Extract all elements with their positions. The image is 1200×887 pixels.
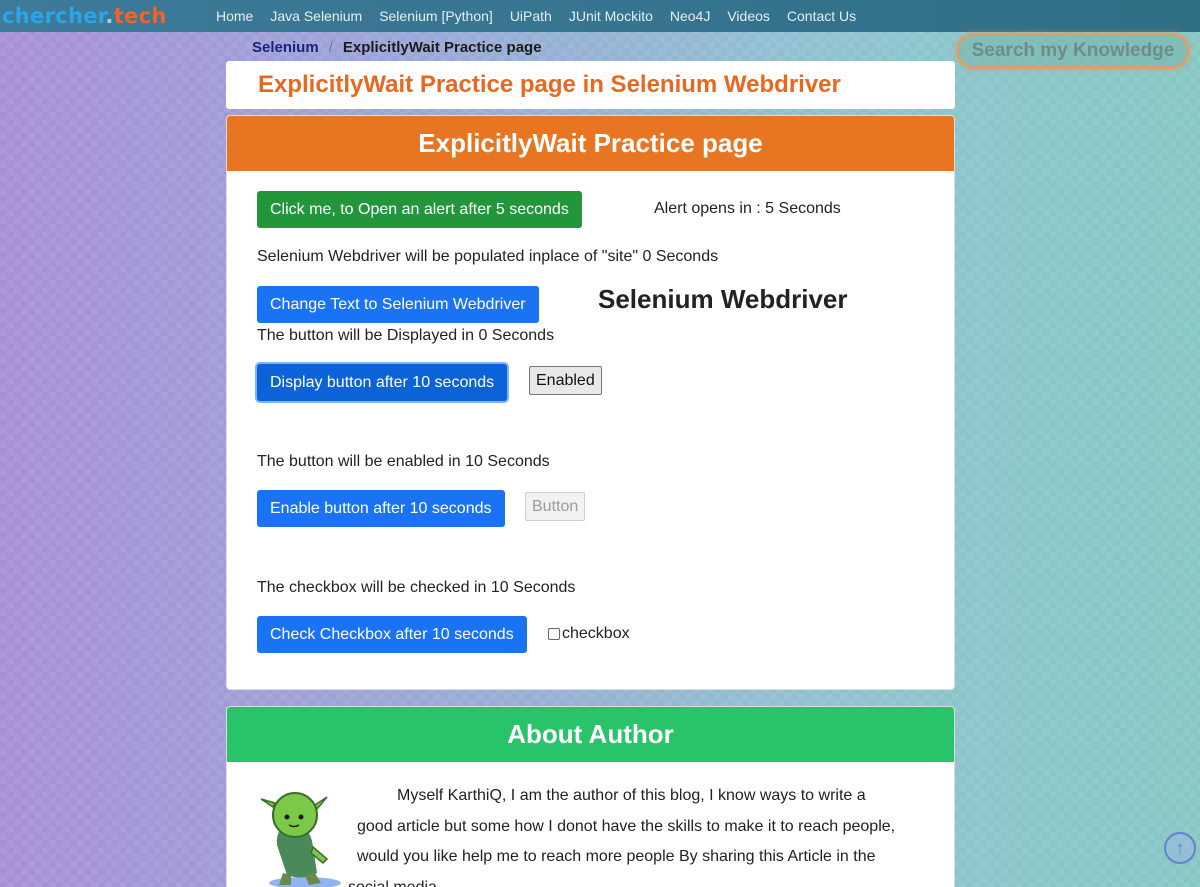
nav-item-contact-us[interactable]: Contact Us — [787, 8, 856, 24]
nav-item-uipath[interactable]: UiPath — [510, 8, 552, 24]
scroll-to-top-button[interactable]: ↑ — [1164, 832, 1196, 864]
author-bio-line: Myself KarthiQ, I am the author of this … — [397, 787, 866, 804]
nav-item-junit-mockito[interactable]: JUnit Mockito — [569, 8, 653, 24]
nav-item-java-selenium[interactable]: Java Selenium — [270, 8, 362, 24]
nav-item-home[interactable]: Home — [216, 8, 253, 24]
breadcrumb-current: ExplicitlyWait Practice page — [342, 39, 542, 56]
logo-text-tech: tech — [113, 4, 167, 28]
populate-text: Selenium Webdriver will be populated inp… — [257, 248, 719, 265]
author-bio: Myself KarthiQ, I am the author of this … — [348, 781, 947, 887]
enabled-button[interactable]: Enabled — [529, 366, 602, 395]
arrow-up-icon: ↑ — [1175, 837, 1185, 858]
enable-button[interactable]: Enable button after 10 seconds — [257, 490, 505, 527]
author-avatar — [260, 792, 341, 887]
breadcrumb-separator: / — [328, 39, 333, 56]
nav-item-neo4j[interactable]: Neo4J — [670, 8, 710, 24]
disabled-button: Button — [525, 492, 586, 521]
page-title: ExplicitlyWait Practice page in Selenium… — [258, 71, 841, 98]
top-navbar: chercher.tech Home Java Selenium Seleniu… — [0, 0, 1200, 32]
checkbox-input[interactable] — [548, 628, 560, 640]
practice-card-header: ExplicitlyWait Practice page — [227, 116, 954, 171]
about-author-header: About Author — [227, 707, 954, 762]
changed-text-heading: Selenium Webdriver — [598, 284, 848, 314]
change-text-button[interactable]: Change Text to Selenium Webdriver — [257, 286, 539, 323]
check-checkbox-button[interactable]: Check Checkbox after 10 seconds — [257, 616, 527, 653]
open-alert-button[interactable]: Click me, to Open an alert after 5 secon… — [257, 191, 582, 228]
logo-dot: . — [105, 4, 114, 28]
about-author-card: About Author Myself KarthiQ, I am the au… — [226, 706, 955, 887]
alert-status-text: Alert opens in : 5 Seconds — [654, 200, 841, 217]
site-logo[interactable]: chercher.tech — [2, 4, 202, 28]
logo-text-chercher: chercher — [2, 4, 106, 28]
display-countdown-text: The button will be Displayed in 0 Second… — [257, 327, 555, 344]
breadcrumb-link-selenium[interactable]: Selenium — [252, 39, 319, 56]
search-knowledge-button[interactable]: Search my Knowledge — [956, 33, 1190, 69]
author-bio-line: social media. — [348, 878, 442, 887]
author-bio-line: good article but some how I donot have t… — [357, 817, 896, 835]
nav-item-selenium-python[interactable]: Selenium [Python] — [379, 8, 493, 24]
nav-item-videos[interactable]: Videos — [727, 8, 770, 24]
breadcrumb: Selenium / ExplicitlyWait Practice page — [252, 39, 542, 56]
page-title-card: ExplicitlyWait Practice page in Selenium… — [226, 61, 955, 109]
checkbox-countdown-text: The checkbox will be checked in 10 Secon… — [257, 579, 576, 596]
practice-card: ExplicitlyWait Practice page Click me, t… — [226, 115, 955, 690]
author-bio-line: would you like help me to reach more peo… — [357, 848, 876, 865]
display-button[interactable]: Display button after 10 seconds — [257, 364, 508, 401]
main-nav: Home Java Selenium Selenium [Python] UiP… — [216, 8, 873, 24]
checkbox-label: checkbox — [562, 625, 630, 642]
enable-countdown-text: The button will be enabled in 10 Seconds — [257, 453, 550, 470]
checkbox-field[interactable]: checkbox — [548, 625, 630, 643]
